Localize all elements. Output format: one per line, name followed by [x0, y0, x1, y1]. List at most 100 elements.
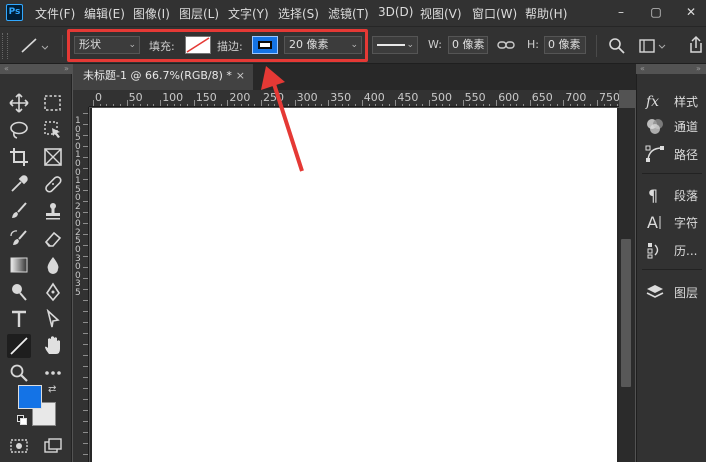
ruler-minor-tick: [166, 104, 168, 106]
panel-character[interactable]: A 字符: [637, 209, 706, 235]
menu-window[interactable]: 窗口(W): [472, 5, 517, 22]
ruler-minor-tick: [274, 104, 276, 106]
frame-tool[interactable]: [41, 145, 65, 169]
menu-3d[interactable]: 3D(D): [378, 5, 413, 19]
panel-paths[interactable]: 路径: [637, 141, 706, 167]
more-tools[interactable]: [41, 361, 65, 385]
brush-tool[interactable]: [7, 199, 31, 223]
stroke-swatch[interactable]: [252, 36, 278, 54]
ruler-tick: [83, 146, 88, 147]
zoom-tool[interactable]: [7, 361, 31, 385]
document-tab[interactable]: 未标题-1 @ 66.7%(RGB/8) * ×: [73, 64, 253, 90]
horizontal-ruler[interactable]: 0 50 100 150 200 250 300 350 400 450 500 550 600 650 7…: [89, 90, 619, 107]
hand-tool[interactable]: [41, 334, 65, 358]
gradient-tool[interactable]: [7, 253, 31, 277]
lasso-tool[interactable]: [7, 118, 31, 142]
panel-history[interactable]: 历...: [637, 237, 706, 263]
close-window-button[interactable]: ✕: [682, 3, 700, 21]
panel-styles[interactable]: fx 样式: [637, 88, 706, 114]
path-selection-tool[interactable]: [41, 307, 65, 331]
ruler-label: 750: [599, 91, 619, 104]
eraser-tool[interactable]: [41, 226, 65, 250]
blur-tool[interactable]: [41, 253, 65, 277]
panel-history-label: 历...: [674, 244, 698, 258]
menu-layer[interactable]: 图层(L): [179, 5, 219, 22]
type-tool[interactable]: [7, 307, 31, 331]
fill-swatch[interactable]: [185, 36, 211, 54]
menu-help[interactable]: 帮助(H): [525, 5, 567, 22]
panel-channels[interactable]: 通道: [637, 113, 706, 139]
history-brush-tool[interactable]: [7, 226, 31, 250]
eyedropper-tool[interactable]: [7, 172, 31, 196]
vertical-scrollbar[interactable]: [619, 108, 635, 462]
ruler-minor-tick: [173, 104, 175, 106]
swap-colors-icon[interactable]: ⇄: [48, 384, 60, 396]
panel-channels-label: 通道: [674, 120, 699, 134]
quick-mask-button[interactable]: [7, 434, 31, 458]
screen-mode-button[interactable]: [41, 434, 65, 458]
width-field[interactable]: 0 像素: [448, 36, 488, 54]
ruler-tick: [563, 100, 565, 106]
workspace-icon[interactable]: [638, 37, 668, 55]
height-field[interactable]: 0 像素: [544, 36, 586, 54]
document-canvas[interactable]: [92, 108, 617, 462]
ruler-tick: [83, 124, 88, 125]
collapse-left-icon[interactable]: «: [4, 64, 9, 74]
move-tool[interactable]: [7, 91, 31, 115]
vertical-ruler[interactable]: 105010015020025030035: [73, 107, 89, 462]
scrollbar-thumb[interactable]: [621, 239, 631, 387]
healing-brush-tool[interactable]: [41, 172, 65, 196]
collapse-panel-icon[interactable]: «: [640, 64, 645, 74]
ruler-minor-tick: [207, 104, 209, 106]
history-brush-icon: [10, 230, 27, 245]
tool-mode-dropdown[interactable]: 形状 ⌄: [74, 36, 140, 54]
link-icon[interactable]: [497, 38, 515, 52]
stroke-width-dropdown[interactable]: 20 像素 ⌄: [284, 36, 362, 54]
ruler-minor-tick: [590, 104, 592, 106]
menu-filter[interactable]: 滤镜(T): [328, 5, 369, 22]
stroke-type-dropdown[interactable]: ⌄: [372, 36, 418, 54]
minimize-button[interactable]: –: [612, 3, 630, 21]
crop-tool[interactable]: [7, 145, 31, 169]
share-icon[interactable]: [686, 35, 706, 55]
menu-select[interactable]: 选择(S): [278, 5, 319, 22]
height-label: H:: [527, 38, 539, 51]
dodge-tool[interactable]: [7, 280, 31, 304]
move-icon: [9, 93, 29, 113]
ruler-label: 100: [162, 91, 184, 104]
menu-file[interactable]: 文件(F): [35, 5, 75, 22]
panel-paragraph[interactable]: ¶ 段落: [637, 182, 706, 208]
line-tool[interactable]: [7, 334, 31, 358]
stroke-width-value: 20 像素: [289, 38, 329, 51]
ruler-minor-tick: [516, 104, 518, 106]
expand-toolbar-icon[interactable]: »: [64, 64, 69, 74]
default-colors-icon[interactable]: [17, 415, 27, 425]
options-grip[interactable]: [2, 33, 8, 59]
ruler-label: 450: [397, 91, 419, 104]
layers-icon: [646, 285, 664, 298]
clone-stamp-tool[interactable]: [41, 199, 65, 223]
ruler-minor-tick: [348, 104, 350, 106]
object-selection-tool[interactable]: [41, 118, 65, 142]
ruler-origin[interactable]: [73, 90, 89, 107]
menu-view[interactable]: 视图(V): [420, 5, 462, 22]
maximize-button[interactable]: ▢: [647, 3, 665, 21]
menu-image[interactable]: 图像(I): [133, 5, 170, 22]
foreground-color-swatch[interactable]: [18, 385, 42, 409]
panel-layers[interactable]: 图层: [637, 279, 706, 305]
close-tab-button[interactable]: ×: [236, 64, 245, 88]
menu-edit[interactable]: 编辑(E): [84, 5, 125, 22]
marquee-tool[interactable]: [41, 91, 65, 115]
ruler-tick: [83, 421, 88, 422]
expand-panel-icon[interactable]: »: [696, 64, 701, 74]
stamp-icon: [46, 203, 60, 220]
tool-preset-picker[interactable]: [18, 34, 49, 58]
menu-type[interactable]: 文字(Y): [228, 5, 269, 22]
ruler-minor-tick: [200, 104, 202, 106]
search-icon[interactable]: [608, 37, 626, 55]
ruler-minor-tick: [455, 104, 457, 106]
ruler-minor-tick: [610, 104, 612, 106]
ruler-tick: [83, 190, 88, 191]
pen-tool[interactable]: [41, 280, 65, 304]
width-label: W:: [428, 38, 442, 51]
